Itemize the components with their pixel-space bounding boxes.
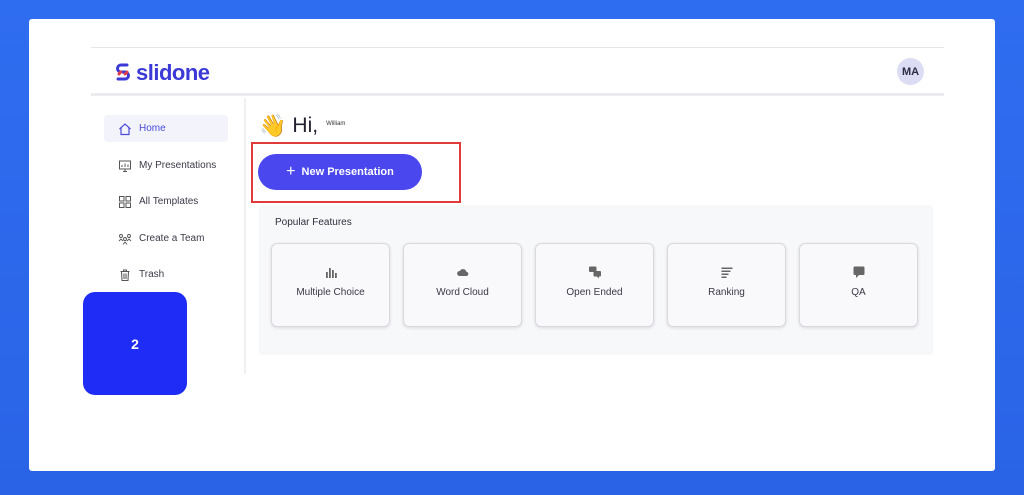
presentation-icon <box>119 160 131 172</box>
sidebar-item-create-team[interactable]: Create a Team <box>104 225 228 252</box>
sidebar-item-home[interactable]: Home <box>104 115 228 142</box>
logo-icon <box>116 63 130 81</box>
sidebar-item-label: Trash <box>139 269 165 280</box>
feature-label: Ranking <box>708 287 745 298</box>
home-icon <box>119 122 131 135</box>
speech-bubble-icon <box>853 266 864 278</box>
cloud-icon <box>456 269 468 276</box>
chat-bubbles-icon <box>588 266 601 279</box>
ranking-lines-icon <box>721 267 732 278</box>
avatar[interactable]: MA <box>897 58 924 85</box>
greeting-text: Hi, <box>292 114 319 137</box>
sidebar-item-label: Create a Team <box>139 233 205 244</box>
logo-text: slidone <box>136 60 210 85</box>
feature-card-ranking[interactable]: Ranking <box>667 243 786 327</box>
feature-card-qa[interactable]: QA <box>799 243 918 327</box>
waving-hand-icon: 👋 <box>259 113 287 138</box>
popular-features-panel: Popular Features Multiple Choice Word Cl… <box>259 205 933 355</box>
team-icon <box>118 233 132 245</box>
greeting: 👋 Hi, William <box>259 113 345 139</box>
sidebar-item-label: My Presentations <box>139 160 217 171</box>
feature-label: Open Ended <box>566 287 623 298</box>
new-presentation-label: New Presentation <box>301 166 394 178</box>
feature-label: QA <box>851 287 866 298</box>
app-header: slidone MA <box>91 48 944 96</box>
plus-icon: + <box>286 163 296 180</box>
sidebar-item-label: All Templates <box>139 196 199 207</box>
sidebar-item-all-templates[interactable]: All Templates <box>104 188 228 215</box>
grid-icon <box>119 195 131 208</box>
feature-card-word-cloud[interactable]: Word Cloud <box>403 243 522 327</box>
feature-card-open-ended[interactable]: Open Ended <box>535 243 654 327</box>
sidebar-item-my-presentations[interactable]: My Presentations <box>104 152 228 179</box>
sidebar-item-label: Home <box>139 123 166 134</box>
feature-label: Multiple Choice <box>296 287 365 298</box>
features-title: Popular Features <box>275 217 352 228</box>
trash-icon <box>120 269 130 281</box>
user-name: William <box>326 121 346 127</box>
bar-chart-icon <box>325 268 337 278</box>
logo[interactable]: slidone <box>115 60 210 86</box>
new-presentation-button[interactable]: + New Presentation <box>258 154 422 190</box>
sidebar-item-trash[interactable]: Trash <box>104 261 228 288</box>
feature-label: Word Cloud <box>436 287 489 298</box>
step-number-badge: 2 <box>83 292 187 395</box>
feature-card-multiple-choice[interactable]: Multiple Choice <box>271 243 390 327</box>
